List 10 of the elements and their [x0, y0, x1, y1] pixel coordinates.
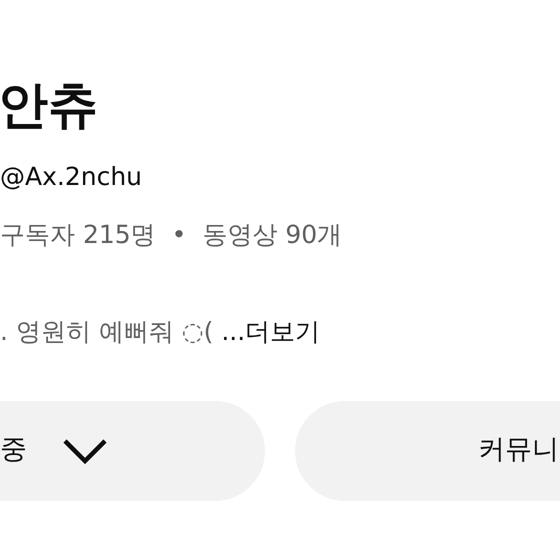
- subscribed-button[interactable]: 중: [0, 400, 265, 500]
- community-button[interactable]: 커뮤니: [295, 400, 560, 500]
- channel-name: 안츄: [0, 76, 98, 134]
- channel-handle: @Ax.2nchu: [0, 162, 142, 191]
- more-link[interactable]: ...더보기: [221, 313, 320, 350]
- channel-stat: 구독자 215명: [0, 218, 156, 250]
- separator-dot: •: [172, 218, 186, 250]
- channel-stat: 동영상 90개: [202, 218, 342, 250]
- channel-description: . 영원히 예뻐줘 ◌(: [0, 316, 214, 348]
- chevron-down-icon: [62, 438, 108, 464]
